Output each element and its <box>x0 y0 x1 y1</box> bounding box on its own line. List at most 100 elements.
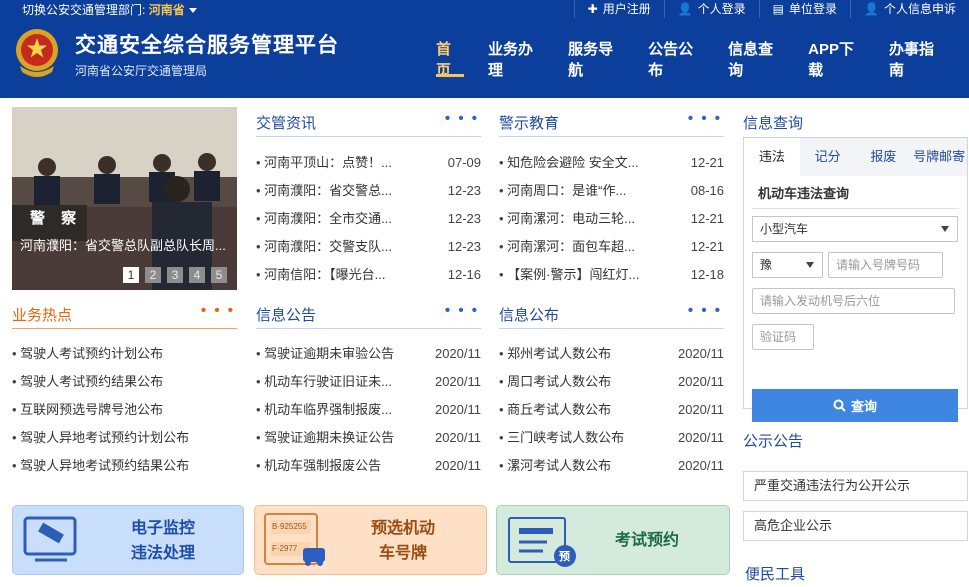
unit-login-link[interactable]: ▤ 单位登录 <box>758 0 850 18</box>
list-item[interactable]: 互联网预选号牌号池公布 <box>12 396 237 424</box>
list-item[interactable]: 驾驶证逾期未换证公告2020/11 <box>256 424 481 452</box>
news-banner[interactable]: 警 察 河南濮阳：省交警总队副总队长周... 1 2 3 4 5 <box>12 107 237 290</box>
caret-down-icon <box>806 262 814 268</box>
list-item[interactable]: 郑州考试人数公布2020/11 <box>499 340 724 368</box>
list-item[interactable]: 机动车强制报废公告2020/11 <box>256 452 481 480</box>
nav-announcements[interactable]: 公告公布 <box>648 38 704 80</box>
publish-list: 郑州考试人数公布2020/11 周口考试人数公布2020/11 商丘考试人数公布… <box>499 340 724 480</box>
nav-business[interactable]: 业务办理 <box>488 38 544 80</box>
list-item[interactable]: 河南周口：是谁“作...08-16 <box>499 177 724 205</box>
banner-dot[interactable]: 1 <box>123 267 139 283</box>
banner-dot[interactable]: 3 <box>167 267 183 283</box>
exam-booking-card[interactable]: 预 考试预约 <box>496 505 730 575</box>
plate-tag: B·925255 <box>272 522 307 531</box>
caret-down-icon <box>941 226 949 232</box>
banner-caption[interactable]: 河南濮阳：省交警总队副总队长周... <box>20 235 226 254</box>
list-item[interactable]: 驾驶人考试预约计划公布 <box>12 340 237 368</box>
list-item[interactable]: 驾驶人异地考试预约结果公布 <box>12 452 237 480</box>
card-line: 电子监控 <box>130 520 195 537</box>
main-nav: 首页 业务办理 服务导航 公告公布 信息查询 APP下载 办事指南 <box>436 38 969 80</box>
banner-dot[interactable]: 2 <box>145 267 161 283</box>
tab-points[interactable]: 记分 <box>800 138 856 176</box>
list-item[interactable]: 三门峡考试人数公布2020/11 <box>499 424 724 452</box>
list-item[interactable]: 知危险会避险 安全文...12-21 <box>499 149 724 177</box>
list-item[interactable]: 机动车临界强制报废...2020/11 <box>256 396 481 424</box>
public-notice-header: 公示公告 <box>743 430 968 460</box>
info-query-panel: 信息查询 违法 记分 报废 号牌邮寄 机动车违法查询 小型汽车 豫 请输入号牌号… <box>743 107 968 422</box>
warning-list: 知危险会避险 安全文...12-21 河南周口：是谁“作...08-16 河南漯… <box>499 149 724 289</box>
electronic-monitoring-card[interactable]: 电子监控 违法处理 <box>12 505 244 575</box>
list-item[interactable]: 驾驶人考试预约结果公布 <box>12 368 237 396</box>
nav-guide[interactable]: 办事指南 <box>889 38 945 80</box>
province-select[interactable]: 河南省 <box>149 3 185 17</box>
news-more-button[interactable]: • • • <box>445 110 479 127</box>
plate-prefix-select[interactable]: 豫 <box>752 252 823 278</box>
news-list: 河南平顶山：点赞！...07-09 河南濮阳：省交警总...12-23 河南濮阳… <box>256 149 481 289</box>
hot-more-button[interactable]: • • • <box>201 302 235 319</box>
query-button[interactable]: 查询 <box>752 389 958 422</box>
list-item[interactable]: 商丘考试人数公布2020/11 <box>499 396 724 424</box>
list-item[interactable]: 河南漯河：电动三轮...12-21 <box>499 205 724 233</box>
personal-login-link[interactable]: 👤 个人登录 <box>663 0 759 18</box>
nav-info-query[interactable]: 信息查询 <box>728 38 784 80</box>
top-bar: 切换公安交通管理部门: 河南省 ✚ 用户注册 👤 个人登录 ▤ 单位登录 👤 个人信息申… <box>0 0 969 18</box>
site-header: 交通安全综合服务管理平台 河南省公安厅交通管理局 首页 业务办理 服务导航 公告… <box>0 18 969 98</box>
site-subtitle: 河南省公安厅交通管理局 <box>75 64 208 78</box>
monitor-camera-icon <box>23 516 77 562</box>
list-item[interactable]: 河南濮阳：交警支队...12-23 <box>256 233 481 261</box>
nav-service-guide[interactable]: 服务导航 <box>568 38 624 80</box>
plate-number-input[interactable]: 请输入号牌号码 <box>828 252 943 278</box>
news-header: 交管资讯 • • • <box>256 107 481 137</box>
list-item[interactable]: 河南信阳：【曝光台...12-16 <box>256 261 481 289</box>
tab-plate-mail[interactable]: 号牌邮寄 <box>911 138 967 176</box>
list-item[interactable]: 河南濮阳：全市交通...12-23 <box>256 205 481 233</box>
caret-down-icon <box>188 8 197 14</box>
plate-tag: F·2977 <box>272 544 298 553</box>
banner-dot[interactable]: 4 <box>189 267 205 283</box>
public-notice-item[interactable]: 严重交通违法行为公开公示 <box>743 471 968 501</box>
list-item[interactable]: 河南漯河：面包车超...12-21 <box>499 233 724 261</box>
list-item[interactable]: 驾驶证逾期未审验公告2020/11 <box>256 340 481 368</box>
tab-violation[interactable]: 违法 <box>744 138 800 176</box>
appeal-link[interactable]: 👤 个人信息申诉 <box>850 0 969 18</box>
query-separator <box>752 208 959 209</box>
site-title: 交通安全综合服务管理平台 <box>75 34 339 57</box>
hot-header: 业务热点 • • • <box>12 299 237 329</box>
card-line: 车号牌 <box>378 545 427 562</box>
card-line: 预选机动 <box>370 520 435 537</box>
user-icon: 👤 <box>864 2 879 16</box>
nav-app-download[interactable]: APP下载 <box>808 38 865 80</box>
list-item[interactable]: 漯河考试人数公布2020/11 <box>499 452 724 480</box>
list-item[interactable]: 周口考试人数公布2020/11 <box>499 368 724 396</box>
warning-more-button[interactable]: • • • <box>688 110 722 127</box>
query-subtitle: 机动车违法查询 <box>758 186 850 201</box>
card-line: 考试预约 <box>614 532 679 549</box>
engine-number-input[interactable]: 请输入发动机号后六位 <box>752 288 955 314</box>
tab-scrap[interactable]: 报废 <box>856 138 912 176</box>
public-notice-item[interactable]: 高危企业公示 <box>743 511 968 541</box>
notice-header: 信息公告 • • • <box>256 299 481 329</box>
publish-header: 信息公布 • • • <box>499 299 724 329</box>
list-item[interactable]: 【案例·警示】闯红灯...12-18 <box>499 261 724 289</box>
list-item[interactable]: 河南平顶山：点赞！...07-09 <box>256 149 481 177</box>
vehicle-type-select[interactable]: 小型汽车 <box>752 216 958 242</box>
dept-label: 切换公安交通管理部门: <box>22 3 146 17</box>
nav-home[interactable]: 首页 <box>436 38 465 80</box>
search-icon <box>833 399 846 412</box>
publish-more-button[interactable]: • • • <box>688 302 722 319</box>
notice-title: 信息公告 <box>256 307 317 324</box>
notice-more-button[interactable]: • • • <box>445 302 479 319</box>
query-title: 信息查询 <box>743 115 804 132</box>
banner-dot[interactable]: 5 <box>211 267 227 283</box>
captcha-input[interactable]: 验证码 <box>752 324 814 350</box>
list-item[interactable]: 驾驶人异地考试预约计划公布 <box>12 424 237 452</box>
banner-photo <box>12 107 237 290</box>
dept-switcher[interactable]: 切换公安交通管理部门: 河南省 <box>22 1 197 18</box>
plus-icon: ✚ <box>587 2 598 16</box>
hot-title: 业务热点 <box>12 307 73 324</box>
plate-preselect-card[interactable]: B·925255 F·2977 预选机动 车号牌 <box>254 505 487 575</box>
list-item[interactable]: 河南濮阳：省交警总...12-23 <box>256 177 481 205</box>
warning-title: 警示教育 <box>499 115 560 132</box>
register-link[interactable]: ✚ 用户注册 <box>573 0 664 18</box>
list-item[interactable]: 机动车行驶证旧证未...2020/11 <box>256 368 481 396</box>
